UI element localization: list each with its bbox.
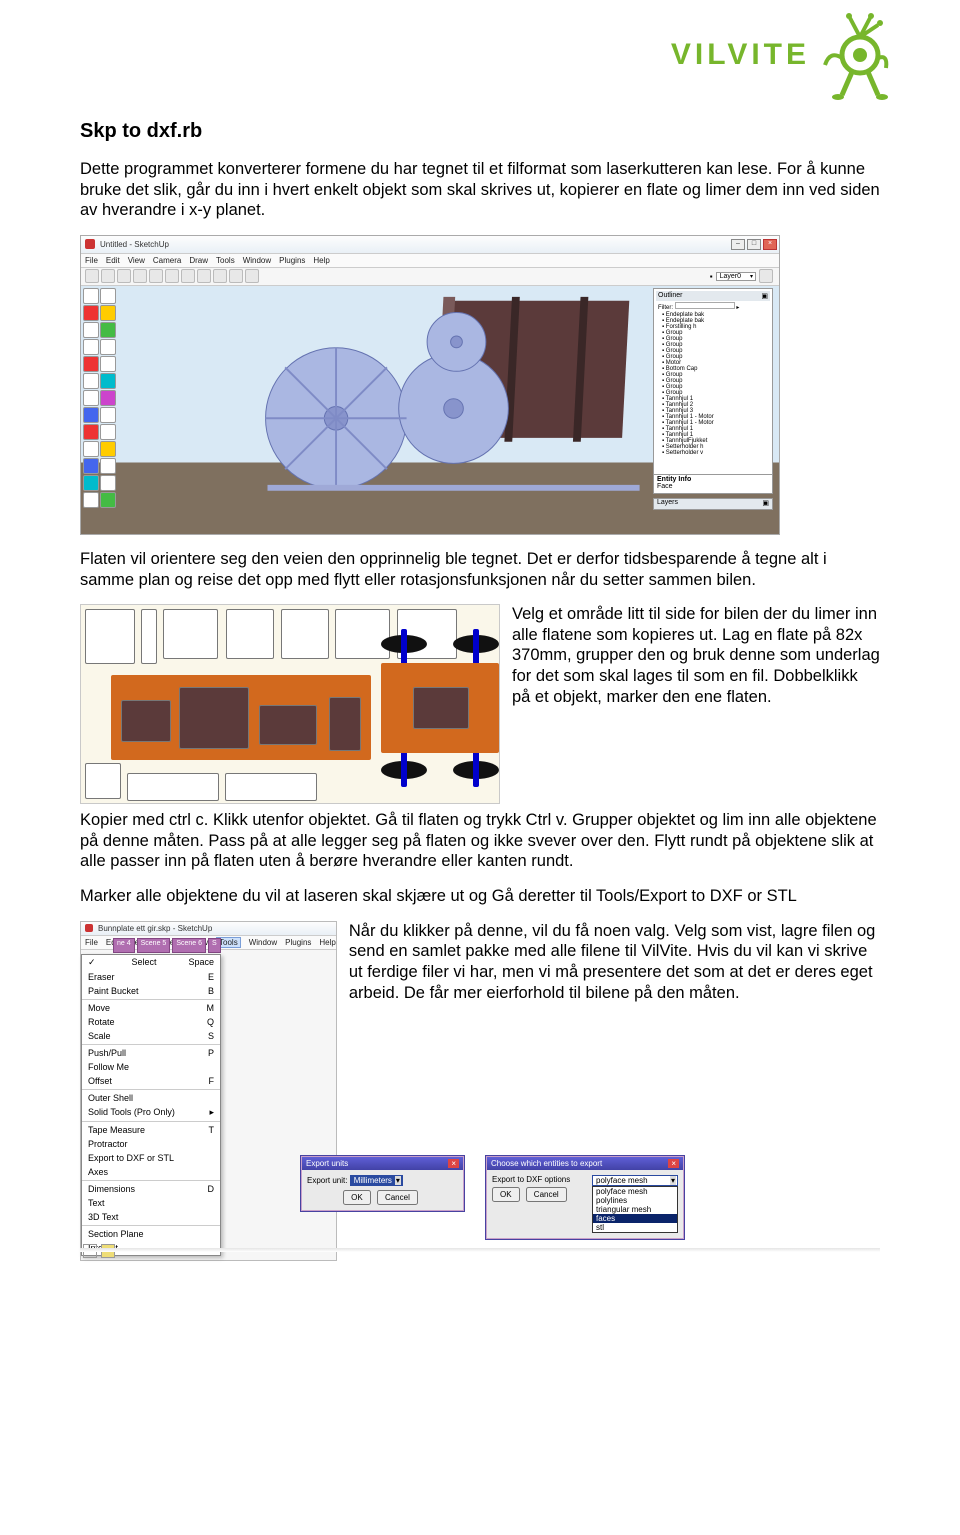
- layer-dropdown[interactable]: Layer0: [716, 272, 756, 281]
- ok-button[interactable]: OK: [343, 1190, 371, 1205]
- paragraph-3-cont: Kopier med ctrl c. Klikk utenfor objekte…: [80, 810, 880, 872]
- menu-item-3d-text[interactable]: 3D Text: [82, 1210, 220, 1224]
- menu-item-outer-shell[interactable]: Outer Shell: [82, 1091, 220, 1105]
- model-viewport[interactable]: [126, 291, 644, 526]
- scene-tab[interactable]: Scene 6: [172, 938, 206, 953]
- dxf-list-item[interactable]: triangular mesh: [593, 1205, 677, 1214]
- menu-item-select[interactable]: SelectSpace: [82, 955, 220, 970]
- dxf-option-list[interactable]: polyface meshpolylinestriangular meshfac…: [592, 1186, 678, 1233]
- dxf-options-label: Export to DXF options: [492, 1175, 570, 1184]
- dxf-list-item[interactable]: faces: [593, 1214, 677, 1223]
- menu-item-text[interactable]: Text: [82, 1196, 220, 1210]
- export-unit-label: Export unit:: [307, 1176, 347, 1185]
- dxf-list-item[interactable]: polylines: [593, 1196, 677, 1205]
- ok-button[interactable]: OK: [492, 1187, 520, 1202]
- page-title: Skp to dxf.rb: [80, 120, 880, 143]
- scene-tabs[interactable]: ne 4Scene 5Scene 6S: [113, 938, 332, 953]
- cancel-button[interactable]: Cancel: [526, 1187, 567, 1202]
- dxf-list-item[interactable]: polyface mesh: [593, 1187, 677, 1196]
- window-titlebar: Untitled - SketchUp –□×: [81, 236, 779, 254]
- outliner-title: Outliner: [658, 292, 683, 300]
- vilvite-logo: VILVITE: [671, 10, 890, 100]
- paragraph-4: Marker alle objektene du vil at laseren …: [80, 886, 880, 907]
- tools-menu-screenshot: Bunnplate ett gir.skp - SketchUp FileEdi…: [80, 921, 337, 1261]
- window-title-2: Bunnplate ett gir.skp - SketchUp: [98, 924, 212, 933]
- dialog1-title: Export units: [306, 1159, 348, 1168]
- outliner-panel[interactable]: Outliner▣ Filter: ▸ ▪ Endeplate bak▪ End…: [653, 288, 773, 478]
- scene-tab[interactable]: ne 4: [113, 938, 135, 953]
- menu-item-section-plane[interactable]: Section Plane: [82, 1227, 220, 1241]
- paragraph-1: Dette programmet konverterer formene du …: [80, 159, 880, 221]
- paragraph-3-side: Velg et område litt til side for bilen d…: [512, 604, 880, 707]
- cancel-button[interactable]: Cancel: [377, 1190, 418, 1205]
- export-unit-select[interactable]: Millimeters▾: [350, 1175, 403, 1186]
- main-toolbar[interactable]: ▪ Layer0: [81, 268, 779, 286]
- menu-item-export-to-dxf-or-stl[interactable]: Export to DXF or STL: [82, 1151, 220, 1165]
- window-controls[interactable]: –□×: [731, 239, 779, 250]
- paragraph-2: Flaten vil orientere seg den veien den o…: [80, 549, 880, 590]
- export-entities-dialog[interactable]: Choose which entities to export × Export …: [485, 1155, 685, 1240]
- menu-file[interactable]: File: [85, 256, 98, 265]
- menu-edit[interactable]: Edit: [106, 256, 120, 265]
- dxf-option-select[interactable]: polyface mesh▾: [592, 1175, 678, 1186]
- menu-item-paint-bucket[interactable]: Paint BucketB: [82, 984, 220, 998]
- menu-draw[interactable]: Draw: [189, 256, 208, 265]
- close-icon[interactable]: ×: [448, 1159, 459, 1168]
- window-title: Untitled - SketchUp: [100, 240, 169, 249]
- menu-item-follow-me[interactable]: Follow Me: [82, 1060, 220, 1074]
- flat-layout-screenshot: [80, 604, 500, 804]
- menu-item-offset[interactable]: OffsetF: [82, 1074, 220, 1088]
- paragraph-5: Når du klikker på denne, vil du få noen …: [349, 921, 880, 1004]
- menu-item-push-pull[interactable]: Push/PullP: [82, 1046, 220, 1060]
- sketchup-window-screenshot: Untitled - SketchUp –□× File Edit View Came…: [80, 235, 780, 535]
- menu-view[interactable]: View: [128, 256, 145, 265]
- entity-info-panel: Entity InfoFace: [653, 474, 773, 494]
- menu-window[interactable]: Window: [243, 256, 271, 265]
- menu-camera[interactable]: Camera: [153, 256, 181, 265]
- dialog2-title: Choose which entities to export: [491, 1159, 602, 1168]
- menu-file[interactable]: File: [85, 938, 98, 947]
- menu-item-dimensions[interactable]: DimensionsD: [82, 1182, 220, 1196]
- menu-item-scale[interactable]: ScaleS: [82, 1029, 220, 1043]
- outliner-list[interactable]: ▪ Endeplate bak▪ Endeplate bak▪ Forstill…: [656, 312, 770, 456]
- scene-tab[interactable]: S: [208, 938, 221, 953]
- app-icon: [85, 239, 95, 249]
- export-units-dialog[interactable]: Export units× Export unit: Millimeters▾ …: [300, 1155, 465, 1212]
- menu-item-eraser[interactable]: EraserE: [82, 970, 220, 984]
- menu-plugins[interactable]: Plugins: [279, 256, 305, 265]
- menu-item-rotate[interactable]: RotateQ: [82, 1015, 220, 1029]
- footer-rule: [80, 1248, 880, 1252]
- outliner-item[interactable]: ▪ Setterholder v: [656, 450, 770, 456]
- menu-bar[interactable]: File Edit View Camera Draw Tools Window Plugins…: [81, 254, 779, 268]
- menu-item-move[interactable]: MoveM: [82, 1001, 220, 1015]
- dxf-list-item[interactable]: stl: [593, 1223, 677, 1232]
- logo-text: VILVITE: [671, 38, 810, 72]
- menu-item-axes[interactable]: Axes: [82, 1165, 220, 1179]
- menu-help[interactable]: Help: [313, 256, 329, 265]
- close-icon[interactable]: ×: [668, 1159, 679, 1168]
- menu-item-protractor[interactable]: Protractor: [82, 1137, 220, 1151]
- menu-item-tape-measure[interactable]: Tape MeasureT: [82, 1123, 220, 1137]
- logo-figure-icon: [820, 10, 890, 100]
- side-toolbox[interactable]: [83, 288, 119, 508]
- outliner-filter-label: Filter:: [658, 305, 673, 311]
- scene-tab[interactable]: Scene 5: [137, 938, 171, 953]
- tools-dropdown-menu[interactable]: SelectSpaceEraserEPaint BucketB MoveMRota…: [81, 954, 221, 1256]
- layers-panel-header[interactable]: Layers▣: [653, 498, 773, 510]
- menu-tools[interactable]: Tools: [216, 256, 235, 265]
- menu-item-solid-tools-pro-only-[interactable]: Solid Tools (Pro Only)▸: [82, 1105, 220, 1120]
